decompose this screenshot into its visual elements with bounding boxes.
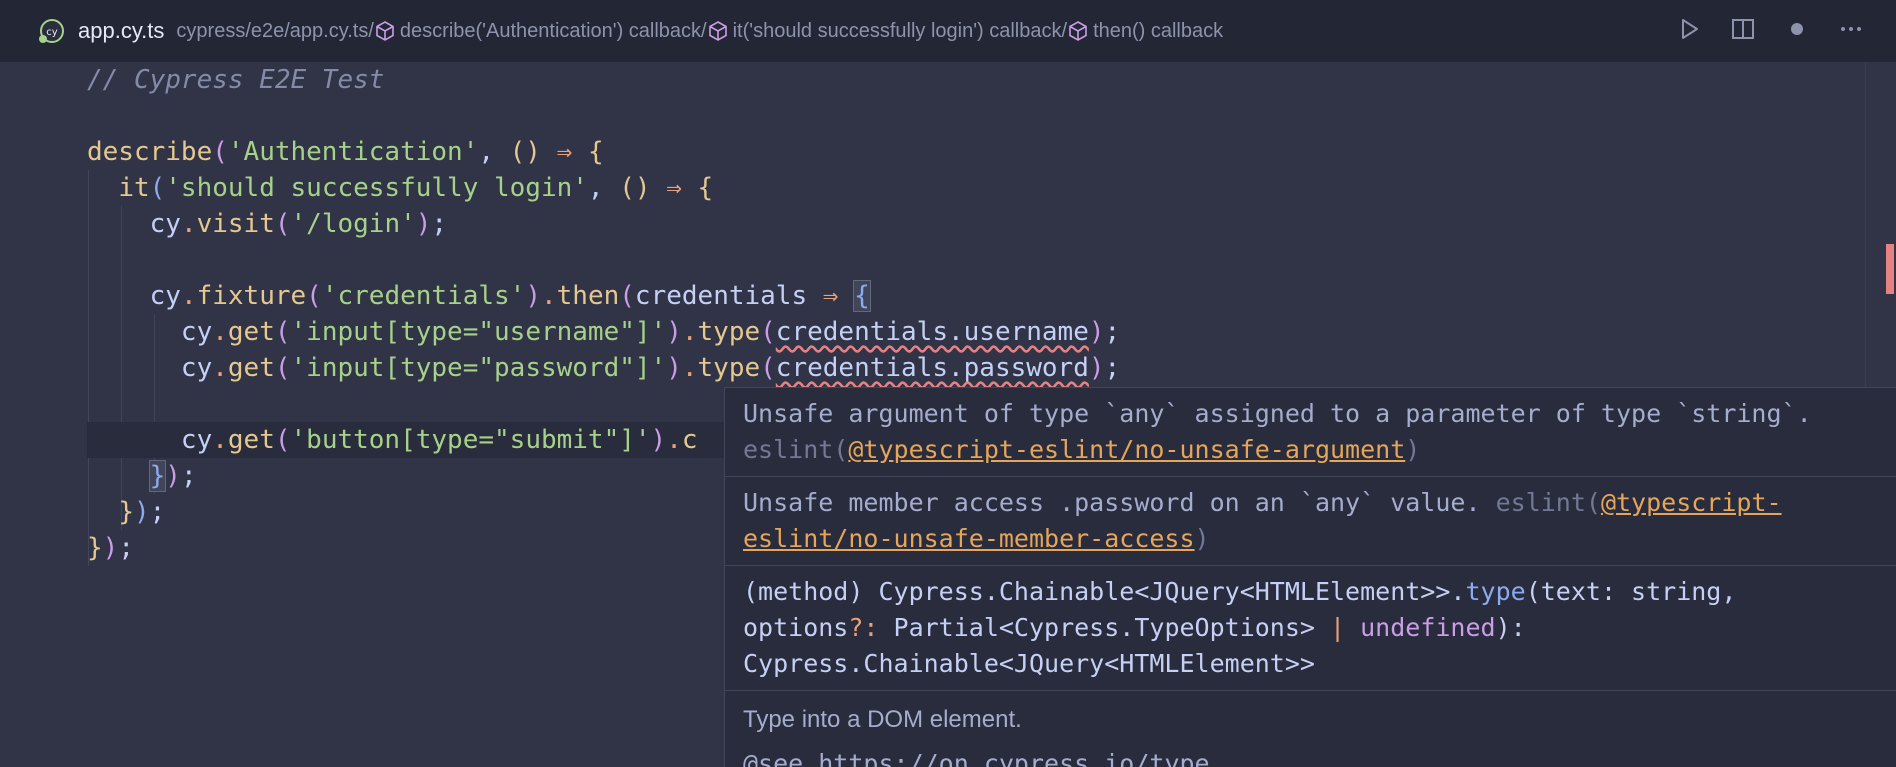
eslint-rule-link[interactable]: @typescript- <box>1601 488 1782 517</box>
symbol-method-icon <box>707 20 729 42</box>
dot-icon <box>1791 23 1803 35</box>
breadcrumb-item-it[interactable]: it('should successfully login') callback… <box>707 20 1067 43</box>
code-line-6[interactable] <box>87 242 1867 278</box>
breadcrumb-path[interactable]: cypress/e2e/app.cy.ts/ <box>176 20 374 43</box>
hover-tooltip[interactable]: Unsafe argument of type `any` assigned t… <box>724 387 1896 767</box>
code-line-7[interactable]: cy.fixture('credentials').then(credentia… <box>87 278 1867 314</box>
code-line-2[interactable] <box>87 98 1867 134</box>
play-icon <box>1682 19 1698 39</box>
error-marker <box>1886 244 1894 294</box>
method-signature: (method) Cypress.Chainable<JQuery<HTMLEl… <box>725 566 1896 691</box>
documentation-see-link[interactable]: @see https://on.cypress.io/type <box>725 749 1896 767</box>
diagnostic-message-1: Unsafe argument of type `any` assigned t… <box>725 388 1896 477</box>
unsaved-indicator[interactable] <box>1782 14 1812 44</box>
breadcrumb: cypress/e2e/app.cy.ts/ describe('Authent… <box>176 20 1223 43</box>
breadcrumb-item-then[interactable]: then() callback <box>1067 20 1223 43</box>
more-actions-button[interactable] <box>1836 14 1866 44</box>
eslint-rule-link[interactable]: @typescript-eslint/no-unsafe-argument <box>848 435 1405 464</box>
run-button[interactable] <box>1674 14 1704 44</box>
more-icon <box>1841 27 1861 31</box>
split-editor-icon <box>1732 19 1754 39</box>
code-line-4[interactable]: it('should successfully login', () ⇒ { <box>87 170 1867 206</box>
method-documentation: Type into a DOM element. <box>743 706 1022 733</box>
code-line-5[interactable]: cy.visit('/login'); <box>87 206 1867 242</box>
code-line-3[interactable]: describe('Authentication', () ⇒ { <box>87 134 1867 170</box>
eslint-rule-link[interactable]: eslint/no-unsafe-member-access <box>743 524 1195 553</box>
symbol-method-icon <box>374 20 396 42</box>
svg-text:cy: cy <box>46 27 57 38</box>
breadcrumb-item-describe[interactable]: describe('Authentication') callback/ <box>374 20 707 43</box>
symbol-method-icon <box>1067 20 1089 42</box>
cypress-file-icon: cy <box>38 17 66 45</box>
code-line-1[interactable]: // Cypress E2E Test <box>87 62 1867 98</box>
editor-breadcrumb-bar: cy app.cy.ts cypress/e2e/app.cy.ts/ desc… <box>0 0 1896 62</box>
diagnostic-message-2: Unsafe member access .password on an `an… <box>725 477 1896 566</box>
editor-actions <box>1674 14 1866 44</box>
file-tab-title[interactable]: app.cy.ts <box>78 18 164 44</box>
split-editor-button[interactable] <box>1728 14 1758 44</box>
code-line-9[interactable]: cy.get('input[type="password"]').type(cr… <box>87 350 1867 386</box>
code-line-8[interactable]: cy.get('input[type="username"]').type(cr… <box>87 314 1867 350</box>
